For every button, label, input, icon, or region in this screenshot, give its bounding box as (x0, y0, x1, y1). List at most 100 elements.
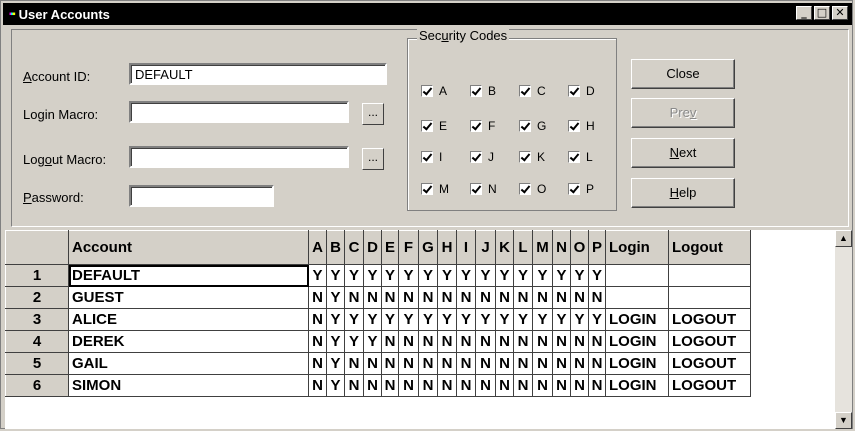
column-header-f[interactable]: F (398, 230, 419, 265)
security-flag-cell[interactable]: N (588, 352, 606, 375)
security-flag-cell[interactable]: Y (398, 308, 419, 331)
security-code-m-checkbox[interactable]: M (421, 182, 449, 196)
security-flag-cell[interactable]: Y (381, 308, 399, 331)
security-flag-cell[interactable]: N (363, 352, 382, 375)
security-flag-cell[interactable]: Y (326, 374, 345, 397)
security-flag-cell[interactable]: N (532, 286, 553, 309)
security-flag-cell[interactable]: N (363, 286, 382, 309)
security-flag-cell[interactable]: N (513, 352, 533, 375)
security-flag-cell[interactable]: Y (475, 308, 496, 331)
security-flag-cell[interactable]: N (456, 286, 476, 309)
security-flag-cell[interactable]: Y (552, 264, 571, 287)
login-macro-browse-button[interactable]: ... (362, 103, 384, 125)
security-flag-cell[interactable]: N (513, 374, 533, 397)
security-flag-cell[interactable]: N (570, 330, 589, 353)
security-flag-cell[interactable]: Y (344, 330, 364, 353)
security-flag-cell[interactable]: N (344, 352, 364, 375)
security-flag-cell[interactable]: Y (532, 264, 553, 287)
prev-button[interactable]: Prev (631, 98, 735, 128)
security-code-j-checkbox[interactable]: J (470, 150, 494, 164)
table-row[interactable]: 1 DEFAULT Y Y Y Y Y Y Y Y Y Y Y Y Y Y Y Y (5, 264, 751, 287)
security-flag-cell[interactable]: Y (552, 308, 571, 331)
logout-macro-cell[interactable] (668, 264, 751, 287)
row-number-cell[interactable]: 4 (5, 330, 69, 353)
close-button[interactable]: Close (631, 59, 735, 89)
security-flag-cell[interactable]: N (308, 352, 327, 375)
security-flag-cell[interactable]: Y (363, 308, 382, 331)
security-flag-cell[interactable]: Y (570, 264, 589, 287)
security-flag-cell[interactable]: N (398, 330, 419, 353)
security-flag-cell[interactable]: N (495, 330, 514, 353)
security-flag-cell[interactable]: N (475, 286, 496, 309)
logout-macro-input[interactable] (129, 146, 349, 168)
table-row[interactable]: 4 DEREK N Y Y Y N N N N N N N N N N N N LOGIN LOGOUT (5, 330, 751, 353)
security-flag-cell[interactable]: Y (588, 264, 606, 287)
security-flag-cell[interactable]: N (456, 374, 476, 397)
security-flag-cell[interactable]: N (570, 286, 589, 309)
scroll-down-arrow-icon[interactable]: ▼ (835, 412, 852, 429)
security-flag-cell[interactable]: Y (344, 264, 364, 287)
security-flag-cell[interactable]: Y (326, 286, 345, 309)
security-code-p-checkbox[interactable]: P (568, 182, 594, 196)
security-flag-cell[interactable]: N (513, 330, 533, 353)
table-row[interactable]: 2 GUEST N Y N N N N N N N N N N N N N N (5, 286, 751, 309)
security-code-c-checkbox[interactable]: C (519, 84, 546, 98)
security-flag-cell[interactable]: N (363, 374, 382, 397)
column-header-k[interactable]: K (495, 230, 514, 265)
table-row[interactable]: 5 GAIL N Y N N N N N N N N N N N N N N LOGIN LOGOUT (5, 352, 751, 375)
maximize-button[interactable]: □ (814, 6, 830, 20)
security-flag-cell[interactable]: N (344, 374, 364, 397)
security-flag-cell[interactable]: Y (495, 308, 514, 331)
security-flag-cell[interactable]: N (381, 352, 399, 375)
column-header-j[interactable]: J (475, 230, 496, 265)
security-flag-cell[interactable]: N (552, 352, 571, 375)
security-code-h-checkbox[interactable]: H (568, 119, 595, 133)
security-flag-cell[interactable]: Y (381, 264, 399, 287)
security-code-e-checkbox[interactable]: E (421, 119, 447, 133)
security-code-a-checkbox[interactable]: A (421, 84, 447, 98)
login-macro-cell[interactable]: LOGIN (605, 330, 669, 353)
security-flag-cell[interactable]: N (381, 330, 399, 353)
security-code-g-checkbox[interactable]: G (519, 119, 546, 133)
security-flag-cell[interactable]: Y (437, 308, 457, 331)
next-button[interactable]: Next (631, 138, 735, 168)
security-flag-cell[interactable]: N (398, 352, 419, 375)
column-header-c[interactable]: C (344, 230, 364, 265)
row-number-cell[interactable]: 3 (5, 308, 69, 331)
security-flag-cell[interactable]: N (456, 330, 476, 353)
security-code-k-checkbox[interactable]: K (519, 150, 545, 164)
security-flag-cell[interactable]: N (495, 352, 514, 375)
security-flag-cell[interactable]: Y (363, 264, 382, 287)
scroll-up-arrow-icon[interactable]: ▲ (835, 230, 852, 247)
security-flag-cell[interactable]: Y (513, 308, 533, 331)
column-header-b[interactable]: B (326, 230, 345, 265)
security-flag-cell[interactable]: Y (532, 308, 553, 331)
login-macro-input[interactable] (129, 101, 349, 123)
column-header-h[interactable]: H (437, 230, 457, 265)
column-header-m[interactable]: M (532, 230, 553, 265)
security-flag-cell[interactable]: N (532, 352, 553, 375)
security-flag-cell[interactable]: N (513, 286, 533, 309)
security-flag-cell[interactable]: Y (326, 352, 345, 375)
account-cell[interactable]: DEFAULT (68, 264, 309, 287)
security-flag-cell[interactable]: N (495, 374, 514, 397)
logout-macro-cell[interactable]: LOGOUT (668, 330, 751, 353)
security-flag-cell[interactable]: N (570, 352, 589, 375)
security-flag-cell[interactable]: N (398, 286, 419, 309)
security-flag-cell[interactable]: N (495, 286, 514, 309)
column-header-d[interactable]: D (363, 230, 382, 265)
security-flag-cell[interactable]: N (437, 352, 457, 375)
account-cell[interactable]: GUEST (68, 286, 309, 309)
logout-macro-browse-button[interactable]: ... (362, 148, 384, 170)
account-cell[interactable]: GAIL (68, 352, 309, 375)
column-header-e[interactable]: E (381, 230, 399, 265)
security-flag-cell[interactable]: N (418, 352, 438, 375)
column-header-l[interactable]: L (513, 230, 533, 265)
security-flag-cell[interactable]: Y (398, 264, 419, 287)
login-macro-cell[interactable]: LOGIN (605, 308, 669, 331)
title-bar[interactable]: ▪▪▪ User Accounts _ □ ✕ (3, 3, 852, 25)
security-flag-cell[interactable]: N (308, 330, 327, 353)
column-header-account[interactable]: Account (68, 230, 309, 265)
security-flag-cell[interactable]: N (570, 374, 589, 397)
account-cell[interactable]: SIMON (68, 374, 309, 397)
